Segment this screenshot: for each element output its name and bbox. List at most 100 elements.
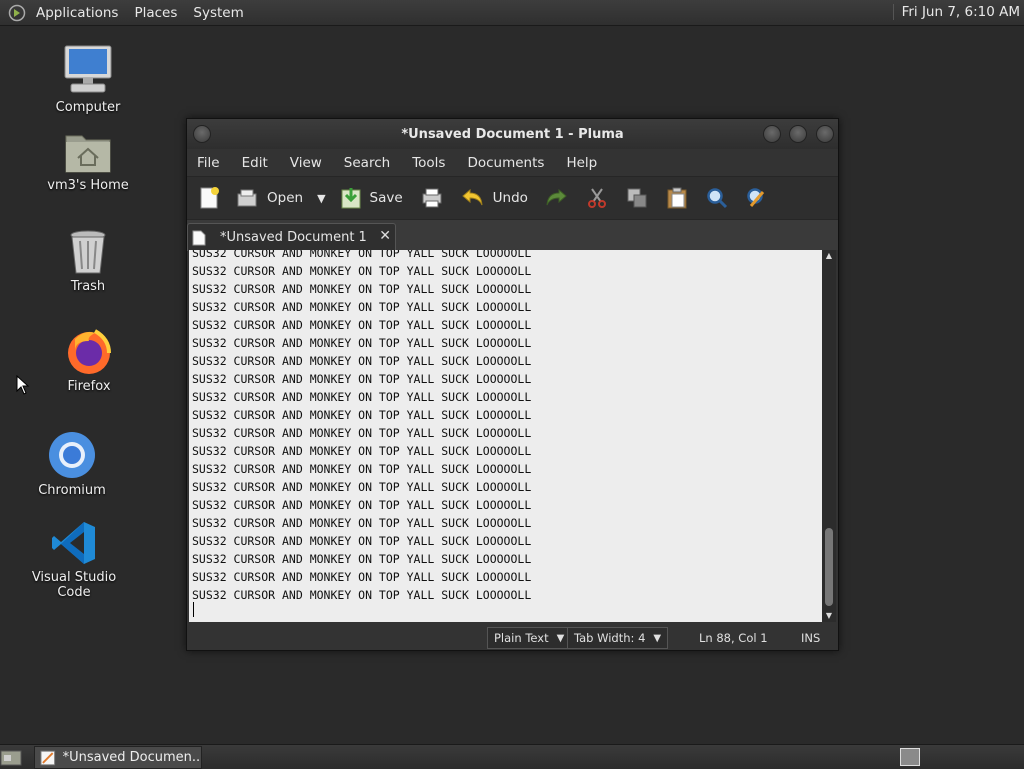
editor-line: SUS32 CURSOR AND MONKEY ON TOP YALL SUCK… xyxy=(192,498,532,512)
save-icon xyxy=(341,188,361,209)
vscode-icon xyxy=(52,522,95,564)
menu-view[interactable]: View xyxy=(279,155,333,171)
menu-system[interactable]: System xyxy=(185,5,251,21)
desktop-icon-label: Chromium xyxy=(38,483,106,498)
editor-line: SUS32 CURSOR AND MONKEY ON TOP YALL SUCK… xyxy=(192,354,532,368)
menu-help[interactable]: Help xyxy=(555,155,608,171)
tab-bar: *Unsaved Document 1 ✕ xyxy=(187,220,838,251)
taskbar-item-pluma[interactable]: *Unsaved Documen... xyxy=(34,746,202,769)
text-editor[interactable]: SUS32 CURSOR AND MONKEY ON TOP YALL SUCK… xyxy=(189,250,822,622)
copy-icon xyxy=(627,188,647,208)
open-icon xyxy=(237,189,257,207)
minimize-button[interactable] xyxy=(763,125,781,143)
tab-unsaved-document-1[interactable]: *Unsaved Document 1 ✕ xyxy=(187,223,396,251)
menu-documents[interactable]: Documents xyxy=(456,155,555,171)
menu-file[interactable]: File xyxy=(187,155,231,171)
tab-close-icon[interactable]: ✕ xyxy=(379,228,391,244)
editor-line: SUS32 CURSOR AND MONKEY ON TOP YALL SUCK… xyxy=(192,318,532,332)
trash-icon xyxy=(70,230,106,274)
redo-icon xyxy=(546,188,567,206)
window-menu-button[interactable] xyxy=(193,125,211,143)
save-button[interactable]: Save xyxy=(340,186,403,210)
pluma-app-icon xyxy=(40,750,56,765)
paste-button[interactable] xyxy=(666,186,688,210)
tab-width-label: Tab Width: 4 xyxy=(574,631,646,645)
desktop-icon-chromium[interactable]: Chromium xyxy=(12,431,132,498)
window-titlebar[interactable]: *Unsaved Document 1 - Pluma xyxy=(187,119,838,149)
editor-line: SUS32 CURSOR AND MONKEY ON TOP YALL SUCK… xyxy=(192,570,532,584)
document-icon xyxy=(192,230,206,245)
taskbar-item-label: *Unsaved Documen... xyxy=(62,750,201,765)
open-dropdown-arrow-icon[interactable]: ▼ xyxy=(317,192,325,205)
editor-line: SUS32 CURSOR AND MONKEY ON TOP YALL SUCK… xyxy=(192,552,532,566)
editor-line: SUS32 CURSOR AND MONKEY ON TOP YALL SUCK… xyxy=(192,534,532,548)
editor-line: SUS32 CURSOR AND MONKEY ON TOP YALL SUCK… xyxy=(192,444,532,458)
print-button[interactable] xyxy=(421,187,443,209)
menubar: File Edit View Search Tools Documents He… xyxy=(187,149,838,176)
editor-line: SUS32 CURSOR AND MONKEY ON TOP YALL SUCK… xyxy=(192,480,532,494)
editor-line: SUS32 CURSOR AND MONKEY ON TOP YALL SUCK… xyxy=(192,372,532,386)
find-replace-button[interactable] xyxy=(746,187,768,209)
scroll-up-icon[interactable]: ▲ xyxy=(822,250,836,262)
menu-search[interactable]: Search xyxy=(333,155,401,171)
desktop-icon-firefox[interactable]: Firefox xyxy=(29,327,149,394)
editor-line: SUS32 CURSOR AND MONKEY ON TOP YALL SUCK… xyxy=(192,516,532,530)
desktop-icon-vscode[interactable]: Visual Studio Code xyxy=(14,520,134,600)
find-replace-icon xyxy=(747,188,765,207)
undo-button[interactable]: Undo xyxy=(461,188,528,208)
save-label: Save xyxy=(369,190,403,206)
redo-button[interactable] xyxy=(544,188,568,208)
mate-logo-icon[interactable] xyxy=(8,4,26,22)
cursor-position: Ln 88, Col 1 xyxy=(699,631,768,645)
workspace-switcher[interactable] xyxy=(900,748,920,766)
desktop-icon-home[interactable]: vm3's Home xyxy=(28,128,148,193)
show-desktop-icon[interactable] xyxy=(0,748,22,766)
maximize-button[interactable] xyxy=(789,125,807,143)
search-icon xyxy=(707,188,728,209)
desktop-icon-computer[interactable]: Computer xyxy=(28,44,148,115)
insert-mode: INS xyxy=(801,631,821,645)
firefox-icon xyxy=(68,329,111,374)
tab-label: *Unsaved Document 1 xyxy=(220,230,367,245)
top-panel: Applications Places System Fri Jun 7, 6:… xyxy=(0,0,1024,26)
editor-line: SUS32 CURSOR AND MONKEY ON TOP YALL SUCK… xyxy=(192,462,532,476)
editor-line: SUS32 CURSOR AND MONKEY ON TOP YALL SUCK… xyxy=(192,588,532,602)
desktop-icon-trash[interactable]: Trash xyxy=(28,229,148,294)
text-caret xyxy=(193,602,194,617)
copy-button[interactable] xyxy=(626,187,648,209)
window-title: *Unsaved Document 1 - Pluma xyxy=(401,126,624,142)
bottom-panel: *Unsaved Documen... xyxy=(0,744,1024,769)
editor-line: SUS32 CURSOR AND MONKEY ON TOP YALL SUCK… xyxy=(192,408,532,422)
scrollbar-thumb[interactable] xyxy=(825,528,833,606)
undo-icon xyxy=(461,188,483,206)
scroll-down-icon[interactable]: ▼ xyxy=(822,610,836,622)
new-button[interactable] xyxy=(197,186,221,210)
clock[interactable]: Fri Jun 7, 6:10 AM xyxy=(892,4,1020,20)
editor-line: SUS32 CURSOR AND MONKEY ON TOP YALL SUCK… xyxy=(192,300,532,314)
menu-applications[interactable]: Applications xyxy=(28,5,126,21)
cut-icon xyxy=(587,188,606,208)
editor-line: SUS32 CURSOR AND MONKEY ON TOP YALL SUCK… xyxy=(192,390,532,404)
editor-line: SUS32 CURSOR AND MONKEY ON TOP YALL SUCK… xyxy=(192,264,532,278)
close-button[interactable] xyxy=(816,125,834,143)
chevron-down-icon: ▼ xyxy=(556,632,565,644)
menu-places[interactable]: Places xyxy=(126,5,185,21)
find-button[interactable] xyxy=(706,187,728,209)
editor-line: SUS32 CURSOR AND MONKEY ON TOP YALL SUCK… xyxy=(192,282,532,296)
vertical-scrollbar[interactable]: ▲ ▼ xyxy=(822,250,836,622)
statusbar: Plain Text ▼ Tab Width: 4 ▼ Ln 88, Col 1… xyxy=(187,622,838,650)
tab-width-selector[interactable]: Tab Width: 4 ▼ xyxy=(567,627,669,649)
language-label: Plain Text xyxy=(494,631,549,645)
open-button[interactable]: Open ▼ xyxy=(235,186,326,210)
open-label: Open xyxy=(267,190,304,206)
menu-edit[interactable]: Edit xyxy=(231,155,279,171)
cut-button[interactable] xyxy=(586,187,608,209)
desktop-icon-label: Visual Studio Code xyxy=(31,570,117,600)
paste-icon xyxy=(667,187,687,209)
home-folder-icon xyxy=(65,135,111,173)
language-selector[interactable]: Plain Text ▼ xyxy=(487,627,572,649)
menu-tools[interactable]: Tools xyxy=(401,155,456,171)
print-icon xyxy=(422,188,442,208)
computer-icon xyxy=(64,45,112,93)
desktop-icon-label: Firefox xyxy=(67,379,111,394)
